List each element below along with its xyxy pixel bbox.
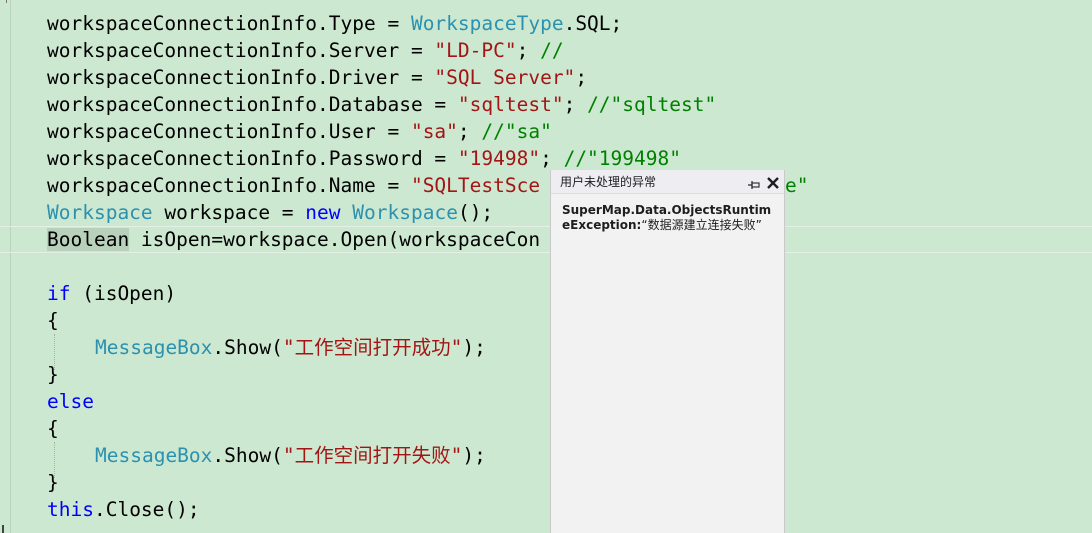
- exception-assistant-popup: 用户未处理的异常 SuperMap.Data.ObjectsRuntimeExc…: [550, 170, 785, 533]
- code-editor[interactable]: workspaceConnectionInfo.Type = Workspace…: [0, 0, 1092, 533]
- code-line[interactable]: workspaceConnectionInfo.Server = "LD-PC"…: [47, 37, 564, 64]
- highlighted-token: Boolean: [47, 228, 130, 251]
- code-line[interactable]: Workspace workspace = new Workspace();: [47, 199, 493, 226]
- close-icon[interactable]: [766, 175, 780, 189]
- code-line-tail: e": [785, 174, 809, 197]
- code-line[interactable]: MessageBox.Show("工作空间打开成功");: [95, 334, 486, 361]
- code-line[interactable]: workspaceConnectionInfo.Driver = "SQL Se…: [47, 64, 587, 91]
- exception-text: “数据源建立连接失败”: [641, 218, 762, 232]
- code-line[interactable]: MessageBox.Show("工作空间打开失败");: [95, 442, 486, 469]
- code-line[interactable]: workspaceConnectionInfo.Password = "1949…: [47, 145, 681, 172]
- code-line[interactable]: this.Close();: [47, 496, 200, 523]
- popup-titlebar: 用户未处理的异常: [551, 170, 784, 194]
- code-line[interactable]: Boolean isOpen=workspace.Open(workspaceC…: [47, 226, 540, 253]
- code-line[interactable]: else: [47, 388, 94, 415]
- code-line[interactable]: workspaceConnectionInfo.Type = Workspace…: [47, 10, 622, 37]
- pin-icon[interactable]: [747, 176, 761, 189]
- collapse-marker-icon[interactable]: [6, 0, 13, 3]
- code-line[interactable]: workspaceConnectionInfo.Name = "SQLTestS…: [47, 172, 540, 199]
- code-line[interactable]: {: [47, 307, 59, 334]
- code-line[interactable]: if (isOpen): [47, 280, 176, 307]
- code-line[interactable]: }: [47, 469, 59, 496]
- code-line[interactable]: }: [47, 361, 59, 388]
- popup-title: 用户未处理的异常: [560, 175, 657, 189]
- code-line[interactable]: {: [47, 415, 59, 442]
- exception-message: SuperMap.Data.ObjectsRuntimeException:“数…: [562, 203, 774, 233]
- gutter-marker: [2, 525, 4, 533]
- code-line[interactable]: workspaceConnectionInfo.Database = "sqlt…: [47, 91, 716, 118]
- code-line[interactable]: workspaceConnectionInfo.User = "sa"; //"…: [47, 118, 552, 145]
- gutter-separator: [10, 0, 11, 533]
